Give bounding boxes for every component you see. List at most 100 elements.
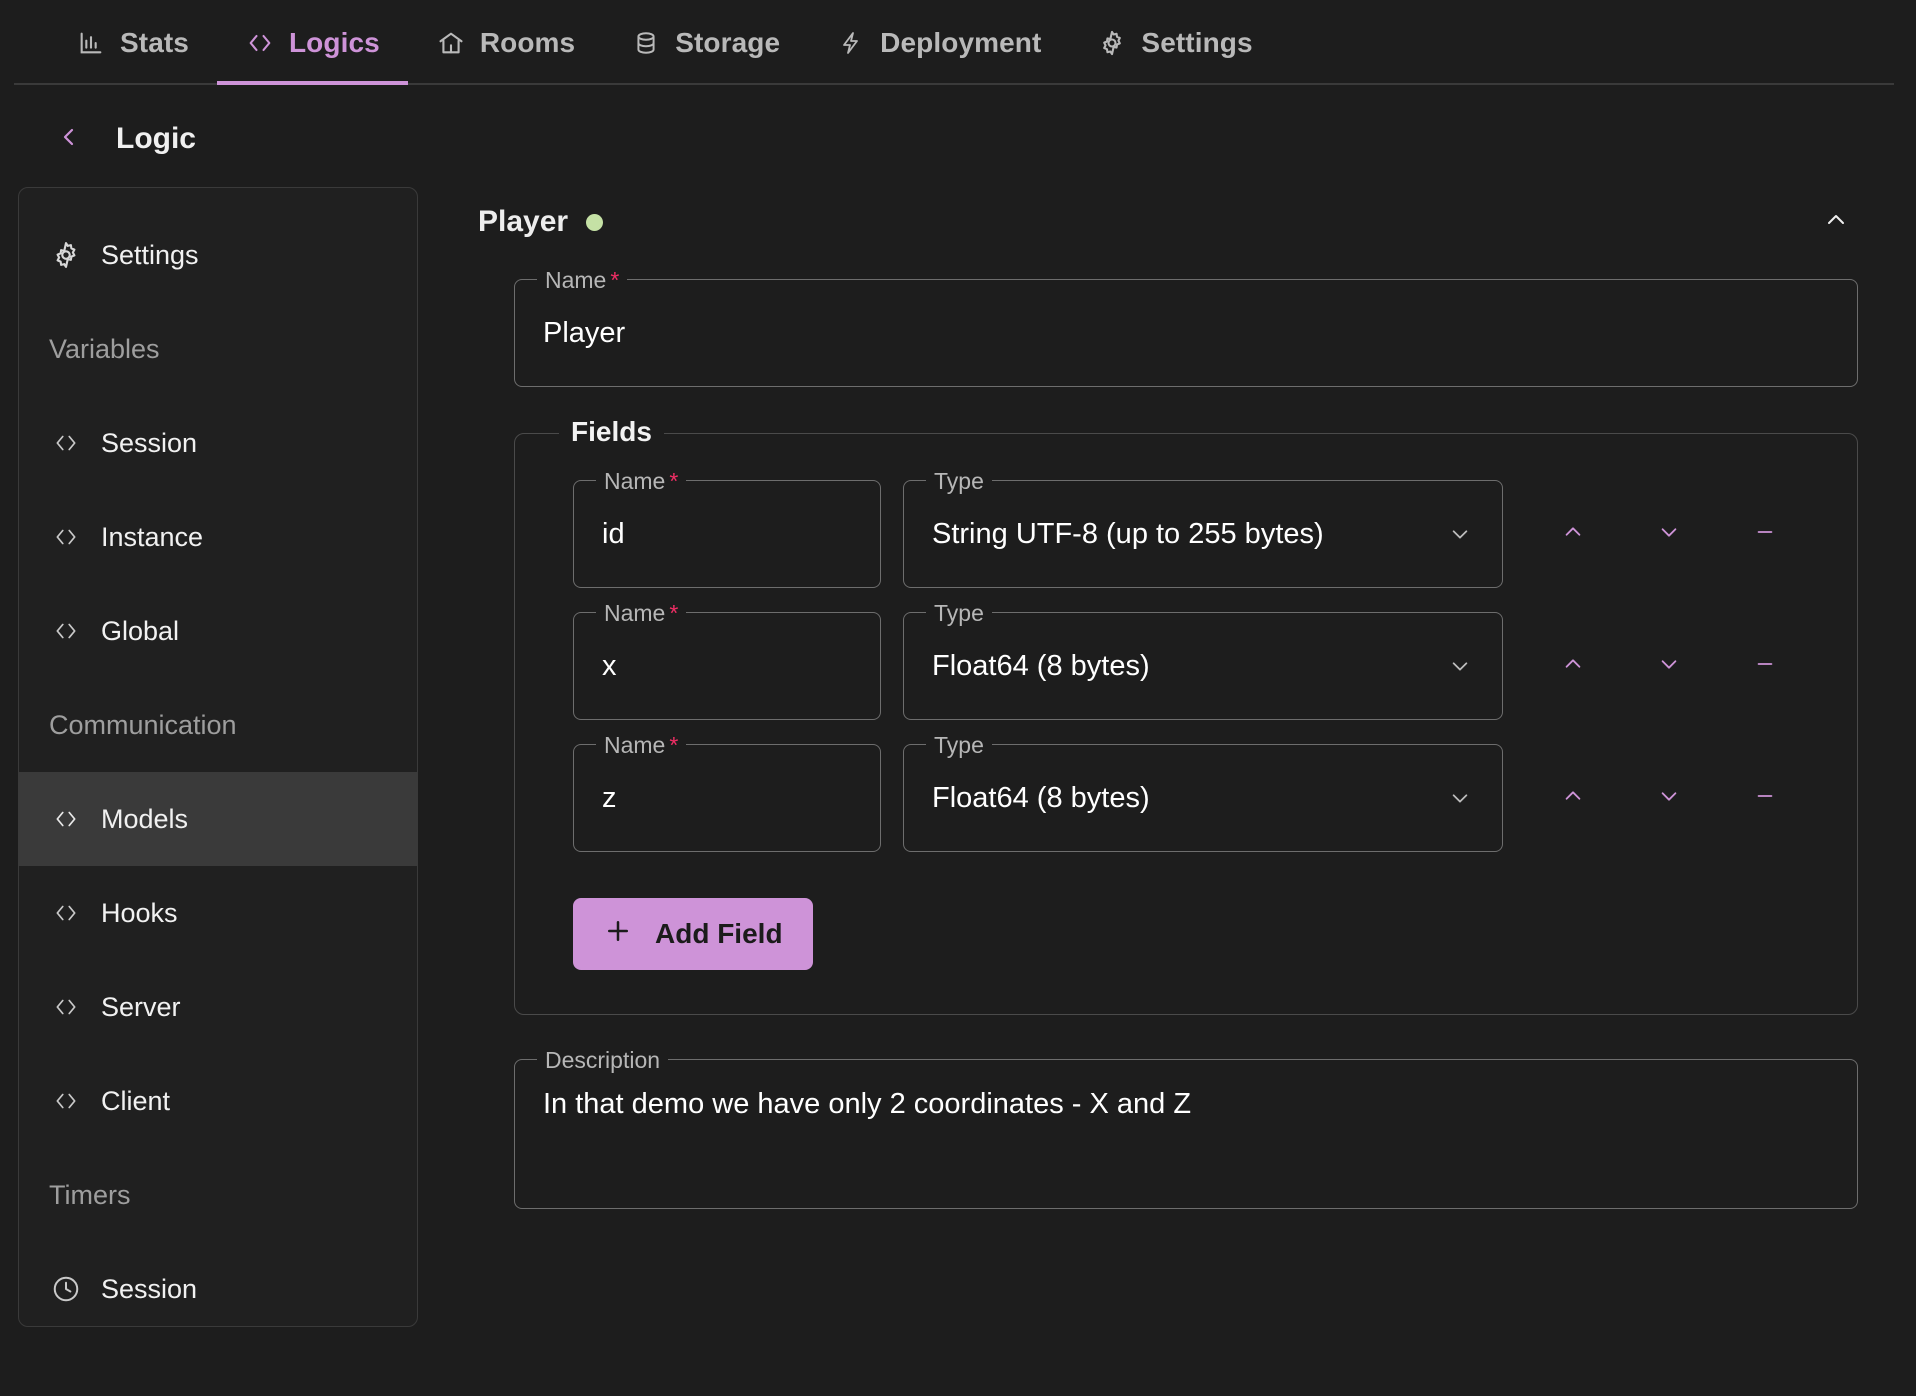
field-type-select-wrapper[interactable]: Type Float64 (8 bytes): [903, 600, 1503, 720]
model-description-input[interactable]: In that demo we have only 2 coordinates …: [515, 1060, 1857, 1208]
tab-logics[interactable]: Logics: [216, 0, 408, 85]
sidebar-item-models[interactable]: Models: [19, 772, 417, 866]
database-icon: [631, 28, 661, 58]
fields-group-label: Fields: [559, 416, 664, 448]
field-name-input-wrapper[interactable]: Name * id: [573, 468, 881, 588]
sidebar-item-label: Settings: [101, 239, 199, 270]
minus-icon: [1748, 653, 1782, 680]
top-navigation: Stats Logics Rooms Storage Deployment Se…: [0, 0, 1916, 85]
field-name-label: Name *: [596, 468, 687, 494]
add-field-button[interactable]: Add Field: [573, 898, 813, 970]
sidebar-item-label: Client: [101, 1085, 171, 1116]
sidebar-item-session-variables[interactable]: Session: [19, 396, 417, 490]
move-field-up-button[interactable]: [1525, 498, 1621, 570]
field-name-input-wrapper[interactable]: Name * x: [573, 600, 881, 720]
chevron-up-icon: [1557, 521, 1589, 548]
sidebar-item-label: Global: [101, 615, 180, 646]
sidebar-section-communication: Communication: [19, 678, 417, 772]
code-brackets-icon: [245, 28, 275, 58]
move-field-down-button[interactable]: [1621, 498, 1717, 570]
chevron-up-icon: [1557, 653, 1589, 680]
sidebar-item-instance[interactable]: Instance: [19, 490, 417, 584]
remove-field-button[interactable]: [1717, 498, 1813, 570]
back-button[interactable]: [56, 121, 82, 157]
required-marker: *: [669, 600, 679, 626]
sidebar-item-global[interactable]: Global: [19, 584, 417, 678]
code-brackets-icon: [49, 430, 83, 456]
sidebar-item-settings[interactable]: Settings: [19, 208, 417, 302]
model-editor-panel: Player Name * Player Fields Name * id Ty…: [418, 187, 1894, 1209]
code-brackets-icon: [49, 900, 83, 926]
code-brackets-icon: [49, 806, 83, 832]
model-name-label: Name *: [537, 267, 628, 293]
chevron-down-icon: [1653, 785, 1685, 812]
gear-icon: [1097, 28, 1127, 58]
model-title: Player: [478, 205, 569, 238]
model-name-field[interactable]: Name * Player: [514, 267, 1858, 387]
content-area: Settings Variables Session Instance Glob…: [0, 187, 1916, 1327]
fields-group: Fields Name * id Type String UTF-8 (up to…: [514, 416, 1858, 1015]
logic-sidebar: Settings Variables Session Instance Glob…: [18, 187, 418, 1327]
code-brackets-icon: [49, 524, 83, 550]
move-field-down-button[interactable]: [1621, 630, 1717, 702]
sidebar-section-label: Variables: [49, 333, 160, 364]
tab-stats[interactable]: Stats: [48, 0, 217, 85]
clock-icon: [49, 1274, 83, 1304]
sidebar-item-label: Hooks: [101, 897, 178, 928]
field-name-input-wrapper[interactable]: Name * z: [573, 732, 881, 852]
move-field-down-button[interactable]: [1621, 762, 1717, 834]
remove-field-button[interactable]: [1717, 630, 1813, 702]
move-field-up-button[interactable]: [1525, 762, 1621, 834]
sidebar-item-label: Session: [101, 427, 198, 458]
sidebar-section-variables: Variables: [19, 302, 417, 396]
remove-field-button[interactable]: [1717, 762, 1813, 834]
field-name-input[interactable]: z: [574, 745, 880, 851]
tab-rooms[interactable]: Rooms: [408, 0, 603, 85]
field-type-select-wrapper[interactable]: Type Float64 (8 bytes): [903, 732, 1503, 852]
chevron-up-icon: [1819, 208, 1853, 237]
move-field-up-button[interactable]: [1525, 630, 1621, 702]
code-brackets-icon: [49, 618, 83, 644]
tab-label: Storage: [675, 26, 781, 58]
tab-label: Rooms: [479, 26, 576, 58]
sidebar-item-label: Server: [101, 991, 181, 1022]
sidebar-item-session-timers[interactable]: Session: [19, 1242, 417, 1326]
field-name-input[interactable]: x: [574, 613, 880, 719]
sidebar-item-label: Models: [101, 803, 189, 834]
chevron-down-icon: [1653, 653, 1685, 680]
chevron-down-icon: [1653, 521, 1685, 548]
sidebar-section-label: Communication: [49, 709, 237, 740]
model-description-field[interactable]: Description In that demo we have only 2 …: [514, 1047, 1858, 1209]
field-row-actions: [1525, 744, 1813, 852]
field-type-label: Type: [926, 468, 992, 494]
field-row: Name * id Type String UTF-8 (up to 255 by…: [515, 468, 1857, 588]
field-type-select-wrapper[interactable]: Type String UTF-8 (up to 255 bytes): [903, 468, 1503, 588]
chevron-left-icon: [57, 120, 81, 159]
chart-bar-icon: [76, 28, 106, 58]
required-marker: *: [669, 732, 679, 758]
required-marker: *: [610, 267, 620, 293]
collapse-model-button[interactable]: [1814, 200, 1858, 244]
model-name-input[interactable]: Player: [515, 280, 1857, 386]
field-type-select[interactable]: String UTF-8 (up to 255 bytes): [904, 481, 1502, 587]
sidebar-section-timers: Timers: [19, 1148, 417, 1242]
sidebar-item-hooks[interactable]: Hooks: [19, 866, 417, 960]
field-name-input[interactable]: id: [574, 481, 880, 587]
tab-label: Deployment: [880, 26, 1042, 58]
field-type-select[interactable]: Float64 (8 bytes): [904, 745, 1502, 851]
minus-icon: [1748, 785, 1782, 812]
tab-deployment[interactable]: Deployment: [808, 0, 1069, 85]
page-header: Logic: [0, 85, 1916, 187]
status-badge: [586, 213, 604, 231]
tab-storage[interactable]: Storage: [603, 0, 808, 85]
field-type-label: Type: [926, 600, 992, 626]
page-title: Logic: [116, 122, 196, 155]
tab-settings[interactable]: Settings: [1069, 0, 1280, 85]
field-row-actions: [1525, 480, 1813, 588]
model-description-label: Description: [537, 1047, 669, 1073]
model-header: Player: [478, 187, 1894, 257]
field-name-label: Name *: [596, 600, 687, 626]
field-type-select[interactable]: Float64 (8 bytes): [904, 613, 1502, 719]
sidebar-item-server[interactable]: Server: [19, 960, 417, 1054]
sidebar-item-client[interactable]: Client: [19, 1054, 417, 1148]
